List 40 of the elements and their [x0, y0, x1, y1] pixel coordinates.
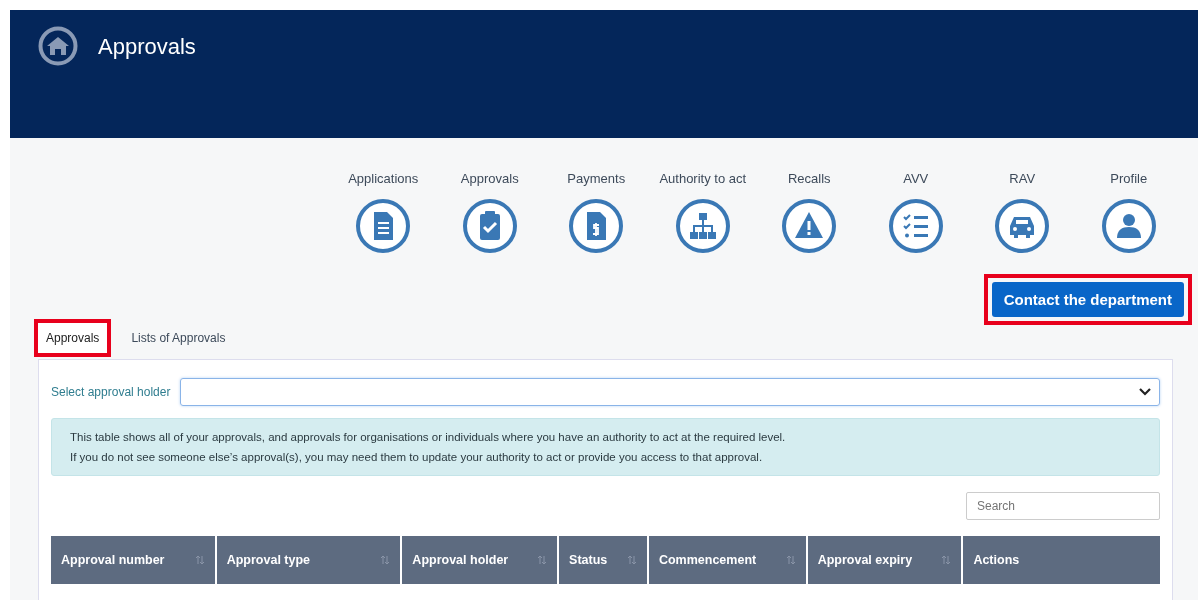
car-icon[interactable] — [994, 198, 1051, 254]
nav-link[interactable]: Payments — [567, 171, 626, 186]
column-title: Actions — [973, 553, 1020, 567]
nav-link[interactable]: Recalls — [787, 171, 831, 186]
document-icon[interactable] — [355, 198, 412, 254]
chevron-down-icon — [1139, 388, 1151, 396]
person-icon[interactable] — [1100, 198, 1157, 254]
tab[interactable]: Lists of Approvals — [123, 323, 234, 353]
org-chart-icon[interactable] — [674, 198, 731, 254]
column-header[interactable]: Status — [559, 536, 649, 584]
search-field[interactable]: Search — [966, 492, 1160, 520]
column-header[interactable]: Approval expiry — [807, 536, 964, 584]
invoice-icon[interactable] — [568, 198, 625, 254]
nav-link[interactable]: Authority to act — [659, 171, 747, 186]
column-header[interactable]: Approval holder — [402, 536, 560, 584]
column-header[interactable]: Approval type — [216, 536, 403, 584]
nav-link[interactable]: Applications — [348, 171, 419, 186]
info-text: If you do not see someone else’s approval(s), you may need them to update your authority to act or provide you access to that approval. — [70, 451, 764, 463]
column-title: Approval number — [61, 553, 165, 567]
column-title: Approval expiry — [817, 553, 913, 567]
field-label: Select approval holder — [51, 385, 171, 399]
column-header[interactable]: Actions — [963, 536, 1160, 584]
clipboard-check-icon[interactable] — [461, 198, 518, 254]
info-text: This table shows all of your approvals, and approvals for organisations or individuals where you have an authority to act at the required level. — [70, 431, 787, 443]
checklist-icon[interactable] — [887, 198, 944, 254]
contact-button[interactable]: Contact the department — [991, 282, 1184, 317]
column-title: Status — [569, 553, 608, 567]
nav-link[interactable]: Profile — [1110, 171, 1148, 186]
home-icon[interactable] — [38, 26, 78, 66]
column-title: Commencement — [658, 553, 757, 567]
column-header[interactable]: Approval number — [51, 536, 217, 584]
nav-link[interactable]: AVV — [903, 171, 929, 186]
column-title: Approval holder — [412, 553, 509, 567]
column-header[interactable]: Commencement — [648, 536, 808, 584]
warning-icon[interactable] — [781, 198, 838, 254]
column-title: Approval type — [226, 553, 311, 567]
nav-link[interactable]: RAV — [1009, 171, 1036, 186]
tab[interactable]: Approvals — [38, 323, 108, 353]
page-title: Approvals — [98, 34, 196, 60]
nav-link[interactable]: Approvals — [460, 171, 519, 186]
